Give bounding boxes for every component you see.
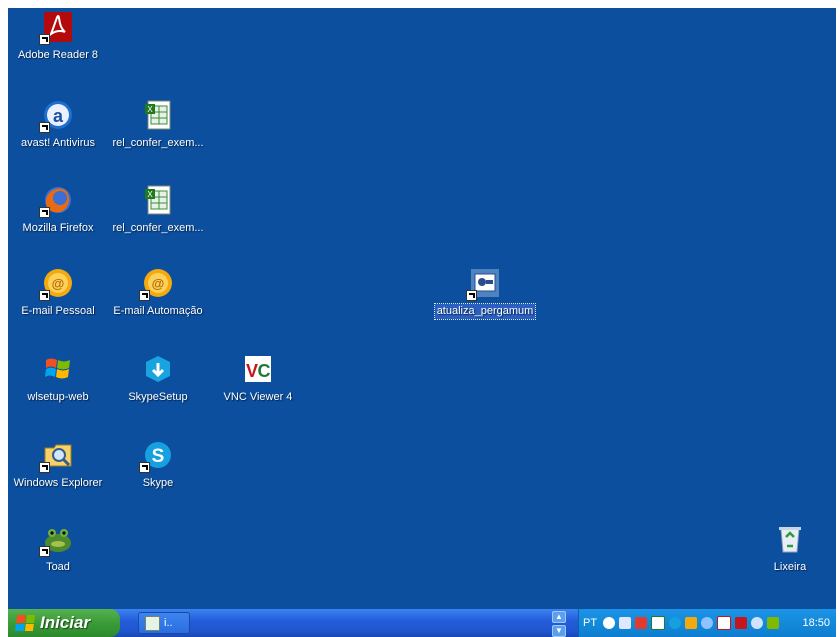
toad-icon [39,522,75,557]
desktop-icon-wlsetup-web[interactable]: wlsetup-web [10,352,106,405]
desktop-icon-rel-confer-1[interactable]: X rel_confer_exem... [110,98,206,151]
n-icon[interactable] [735,617,748,629]
taskbar: Iniciar i.. ▲ ▼ PT 18:50 [8,609,836,637]
svg-text:X: X [147,190,153,199]
svg-text:@: @ [152,276,165,291]
icon-label: Toad [46,561,70,573]
desktop-icon-windows-explorer[interactable]: Windows Explorer [10,438,106,491]
back-arrow-icon[interactable] [603,617,616,629]
start-label: Iniciar [40,613,91,632]
system-tray: PT 18:50 [578,609,836,637]
excel-file-icon [145,615,160,631]
windows-logo-icon [14,615,36,631]
desktop-icon-rel-confer-2[interactable]: X rel_confer_exem... [110,183,206,236]
shortcut-arrow-icon [39,207,50,218]
svg-text:C: C [258,361,271,381]
desktop-icon-vnc-viewer[interactable]: VC VNC Viewer 4 [210,352,306,405]
batch-file-icon [466,266,502,301]
vnc-icon: VC [241,352,275,386]
windows-live-icon [41,352,75,386]
firefox-icon [39,183,75,218]
adobe-reader-icon [39,10,75,45]
shortcut-arrow-icon [39,34,50,45]
network-icon[interactable] [619,617,632,629]
avast-icon: a [39,98,75,133]
sync-icon[interactable] [701,617,714,629]
shortcut-arrow-icon [466,290,477,301]
icon-label: Lixeira [773,561,807,573]
svg-text:X: X [147,105,153,114]
svg-text:a: a [53,106,64,126]
skype-icon: S [139,438,175,473]
desktop-icon-adobe-reader[interactable]: Adobe Reader 8 [10,10,106,63]
connection-icon[interactable] [767,617,780,629]
explorer-icon [39,438,75,473]
icon-label: Skype [142,477,174,489]
icon-label: avast! Antivirus [21,137,95,149]
shortcut-arrow-icon [39,462,50,473]
desktop-icon-email-automacao[interactable]: @ E-mail Automação [110,266,206,319]
shortcut-arrow-icon [39,290,50,301]
skype-tray-icon[interactable] [669,617,682,629]
icon-label: SkypeSetup [128,391,188,403]
language-indicator[interactable]: PT [583,617,597,629]
vnc-tray-icon[interactable] [651,616,666,630]
icon-label: rel_confer_exem... [112,137,204,149]
icon-label: Adobe Reader 8 [17,49,99,61]
shortcut-arrow-icon [139,462,150,473]
desktop-icon-recycle-bin[interactable]: Lixeira [750,522,830,575]
icon-label: Windows Explorer [13,477,103,489]
icon-label: E-mail Automação [113,305,203,317]
chevron-up-icon[interactable]: ▲ [552,611,566,623]
start-button[interactable]: Iniciar [8,609,120,637]
clock[interactable]: 18:50 [802,617,830,629]
desktop-icon-atualiza-pergamum[interactable]: atualiza_pergamum [433,266,537,320]
flag-icon[interactable] [635,617,648,629]
shortcut-arrow-icon [139,290,150,301]
security-icon[interactable] [685,617,698,629]
skype-setup-icon [141,352,175,386]
email-icon: @ [139,266,175,301]
excel-file-icon: X [141,98,175,132]
icon-label: Mozilla Firefox [22,222,94,234]
excel-file-icon: X [141,183,175,217]
icon-label: wlsetup-web [27,391,89,403]
toolbar-scroll[interactable]: ▲ ▼ [552,611,566,637]
desktop-icon-email-pessoal[interactable]: @ E-mail Pessoal [10,266,106,319]
desktop-icon-skype-setup[interactable]: SkypeSetup [110,352,206,405]
shortcut-arrow-icon [39,122,50,133]
icon-label: VNC Viewer 4 [223,391,293,403]
icon-label: atualiza_pergamum [433,303,537,320]
svg-text:@: @ [52,276,65,291]
icon-label: rel_confer_exem... [112,222,204,234]
desktop-icon-skype[interactable]: S Skype [110,438,206,491]
icon-label: E-mail Pessoal [21,305,95,317]
chevron-down-icon[interactable]: ▼ [552,625,566,637]
email-icon: @ [39,266,75,301]
svg-text:V: V [246,361,258,381]
shortcut-arrow-icon [39,546,50,557]
desktop-icon-firefox[interactable]: Mozilla Firefox [10,183,106,236]
desktop-icon-toad[interactable]: Toad [10,522,106,575]
taskbar-window-button[interactable]: i.. [138,612,190,634]
svg-text:S: S [152,446,165,467]
vnc-server-icon[interactable] [717,616,732,630]
sound-icon[interactable] [751,617,764,629]
desktop[interactable]: Adobe Reader 8 a avast! Antivirus X rel_… [8,8,836,609]
screen: Adobe Reader 8 a avast! Antivirus X rel_… [0,0,840,637]
recycle-bin-icon [773,522,807,556]
taskbar-window-label: i.. [164,617,173,629]
desktop-icon-avast[interactable]: a avast! Antivirus [10,98,106,151]
